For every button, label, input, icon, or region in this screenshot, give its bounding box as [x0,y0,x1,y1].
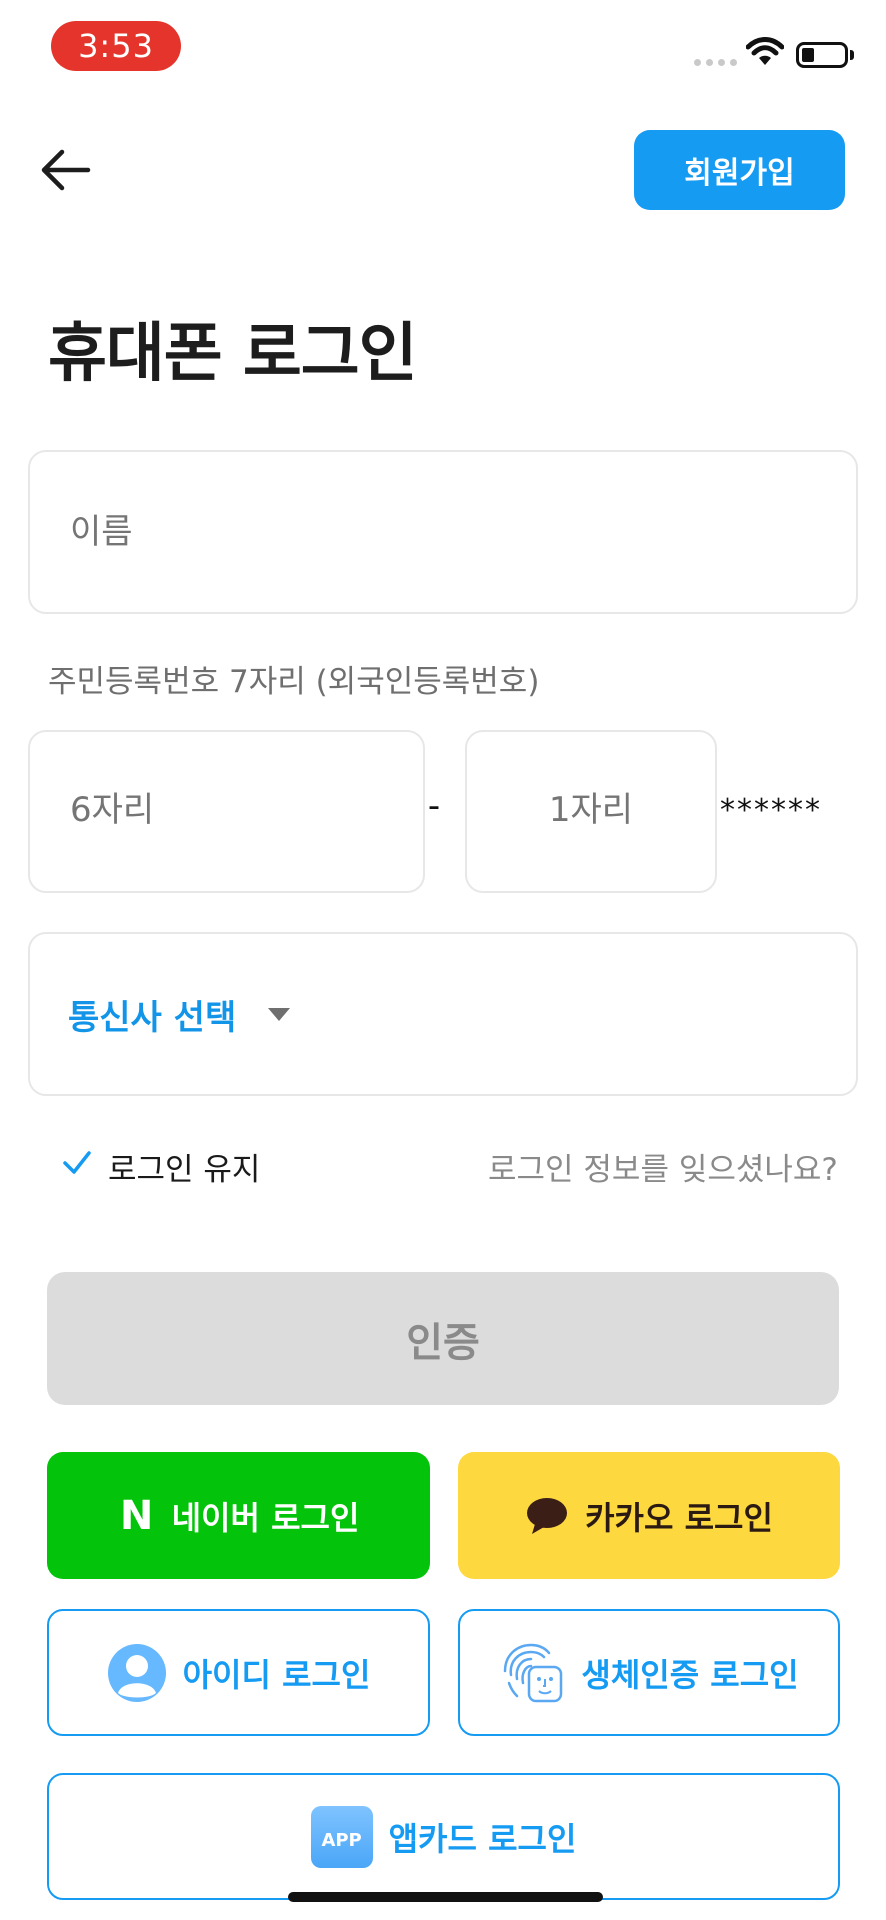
id-login-button[interactable]: 아이디 로그인 [47,1609,430,1736]
rrn-mask: ****** [720,793,822,828]
rrn-dash: - [427,786,441,826]
rrn-back-input[interactable] [470,783,712,837]
kakao-login-button[interactable]: 카카오 로그인 [458,1452,840,1579]
auth-button[interactable]: 인증 [47,1272,839,1405]
kakao-login-label: 카카오 로그인 [585,1498,773,1537]
signup-button[interactable]: 회원가입 [634,130,845,210]
back-arrow-icon[interactable] [38,143,98,197]
app-card-login-button[interactable]: APP 앱카드 로그인 [47,1773,840,1900]
home-indicator[interactable] [288,1892,603,1902]
app-card-icon: APP [310,1805,373,1868]
checkmark-icon[interactable] [62,1148,92,1178]
naver-login-label: 네이버 로그인 [171,1498,360,1537]
battery-tip [850,50,854,60]
name-input[interactable] [70,505,810,559]
rrn-front-input[interactable] [70,783,370,837]
keep-login-label[interactable]: 로그인 유지 [108,1144,260,1189]
user-avatar-icon [107,1643,166,1702]
status-time: 3:53 [51,21,181,71]
biometric-login-label: 생체인증 로그인 [581,1655,799,1694]
wifi-icon [746,37,784,65]
carrier-select-label: 통신사 선택 [68,998,237,1038]
battery-icon [796,42,848,68]
app-card-login-label: 앱카드 로그인 [388,1819,577,1858]
kakao-chat-bubble-icon [527,1497,568,1534]
page-title: 휴대폰 로그인 [48,317,418,391]
naver-login-button[interactable]: N 네이버 로그인 [47,1452,430,1579]
cellular-signal-icon [694,59,738,67]
fingerprint-face-id-icon [504,1643,563,1702]
rrn-label: 주민등록번호 7자리 (외국인등록번호) [48,664,540,700]
biometric-login-button[interactable]: 생체인증 로그인 [458,1609,840,1736]
caret-down-icon [268,1008,290,1021]
naver-n-icon: N [119,1492,154,1539]
id-login-label: 아이디 로그인 [182,1655,371,1694]
forgot-login-link[interactable]: 로그인 정보를 잊으셨나요? [488,1144,838,1189]
